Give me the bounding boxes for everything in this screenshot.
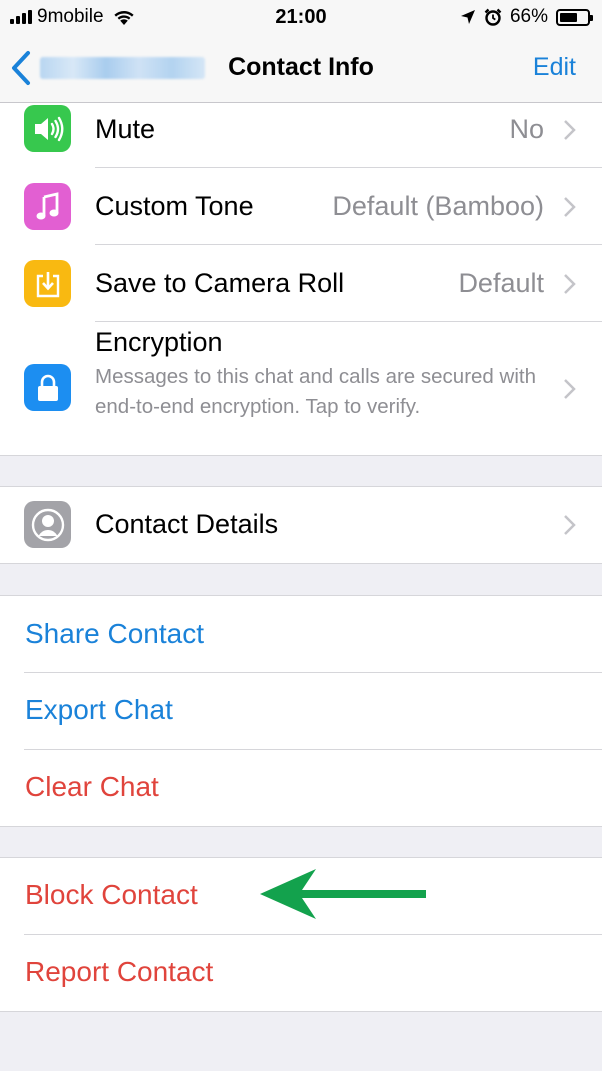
chevron-right-icon [564,197,576,217]
chevron-right-icon [564,274,576,294]
arrow-left-icon [260,869,426,919]
mute-label: Mute [95,114,156,144]
chat-settings-group: Mute No Custom Tone Default (Bamboo) Sav… [0,103,602,456]
export-chat-row[interactable]: Export Chat [0,673,602,750]
save-camera-roll-row[interactable]: Save to Camera Roll Default [0,245,602,322]
encryption-row[interactable]: Encryption Messages to this chat and cal… [0,322,602,456]
alarm-clock-icon [484,8,502,26]
speaker-icon [24,105,71,152]
clear-chat-button[interactable]: Clear Chat [25,771,159,803]
location-arrow-icon [460,10,475,24]
download-icon [24,260,71,307]
encryption-description: Messages to this chat and calls are secu… [95,365,536,418]
share-contact-row[interactable]: Share Contact [0,596,602,673]
edit-button[interactable]: Edit [533,53,576,82]
status-right: 66% [460,6,593,28]
clear-chat-row[interactable]: Clear Chat [0,750,602,826]
chevron-right-icon [564,120,576,140]
save-camera-roll-value: Default [458,268,544,298]
mute-value: No [509,114,544,144]
contact-info-screen: 9mobile 21:00 66% Contact Info Edit Mute… [0,0,602,1071]
battery-cap [590,14,593,21]
export-chat-button[interactable]: Export Chat [25,694,173,726]
contact-details-row[interactable]: Contact Details [0,487,602,563]
page-title: Contact Info [228,53,374,81]
chat-actions-group: Share Contact Export Chat Clear Chat [0,595,602,827]
contact-details-label: Contact Details [95,509,279,539]
report-contact-button[interactable]: Report Contact [25,956,213,988]
custom-tone-value: Default (Bamboo) [332,191,544,221]
music-note-icon [24,183,71,230]
custom-tone-label: Custom Tone [95,191,254,221]
share-contact-button[interactable]: Share Contact [25,618,204,650]
encryption-label: Encryption [95,327,223,357]
mute-row[interactable]: Mute No [0,103,602,168]
battery-icon [556,8,593,26]
chevron-right-icon [564,379,576,399]
battery-fill [560,12,578,22]
lock-icon [24,364,71,411]
status-bar: 9mobile 21:00 66% [0,0,602,36]
contact-details-group: Contact Details [0,486,602,564]
custom-tone-row[interactable]: Custom Tone Default (Bamboo) [0,168,602,245]
save-camera-roll-label: Save to Camera Roll [95,268,345,298]
report-contact-row[interactable]: Report Contact [0,935,602,1011]
block-contact-button[interactable]: Block Contact [25,879,198,911]
person-icon [24,501,71,548]
navigation-bar: Contact Info Edit [0,36,602,103]
chevron-right-icon [564,515,576,535]
battery-percent: 66% [509,6,548,27]
